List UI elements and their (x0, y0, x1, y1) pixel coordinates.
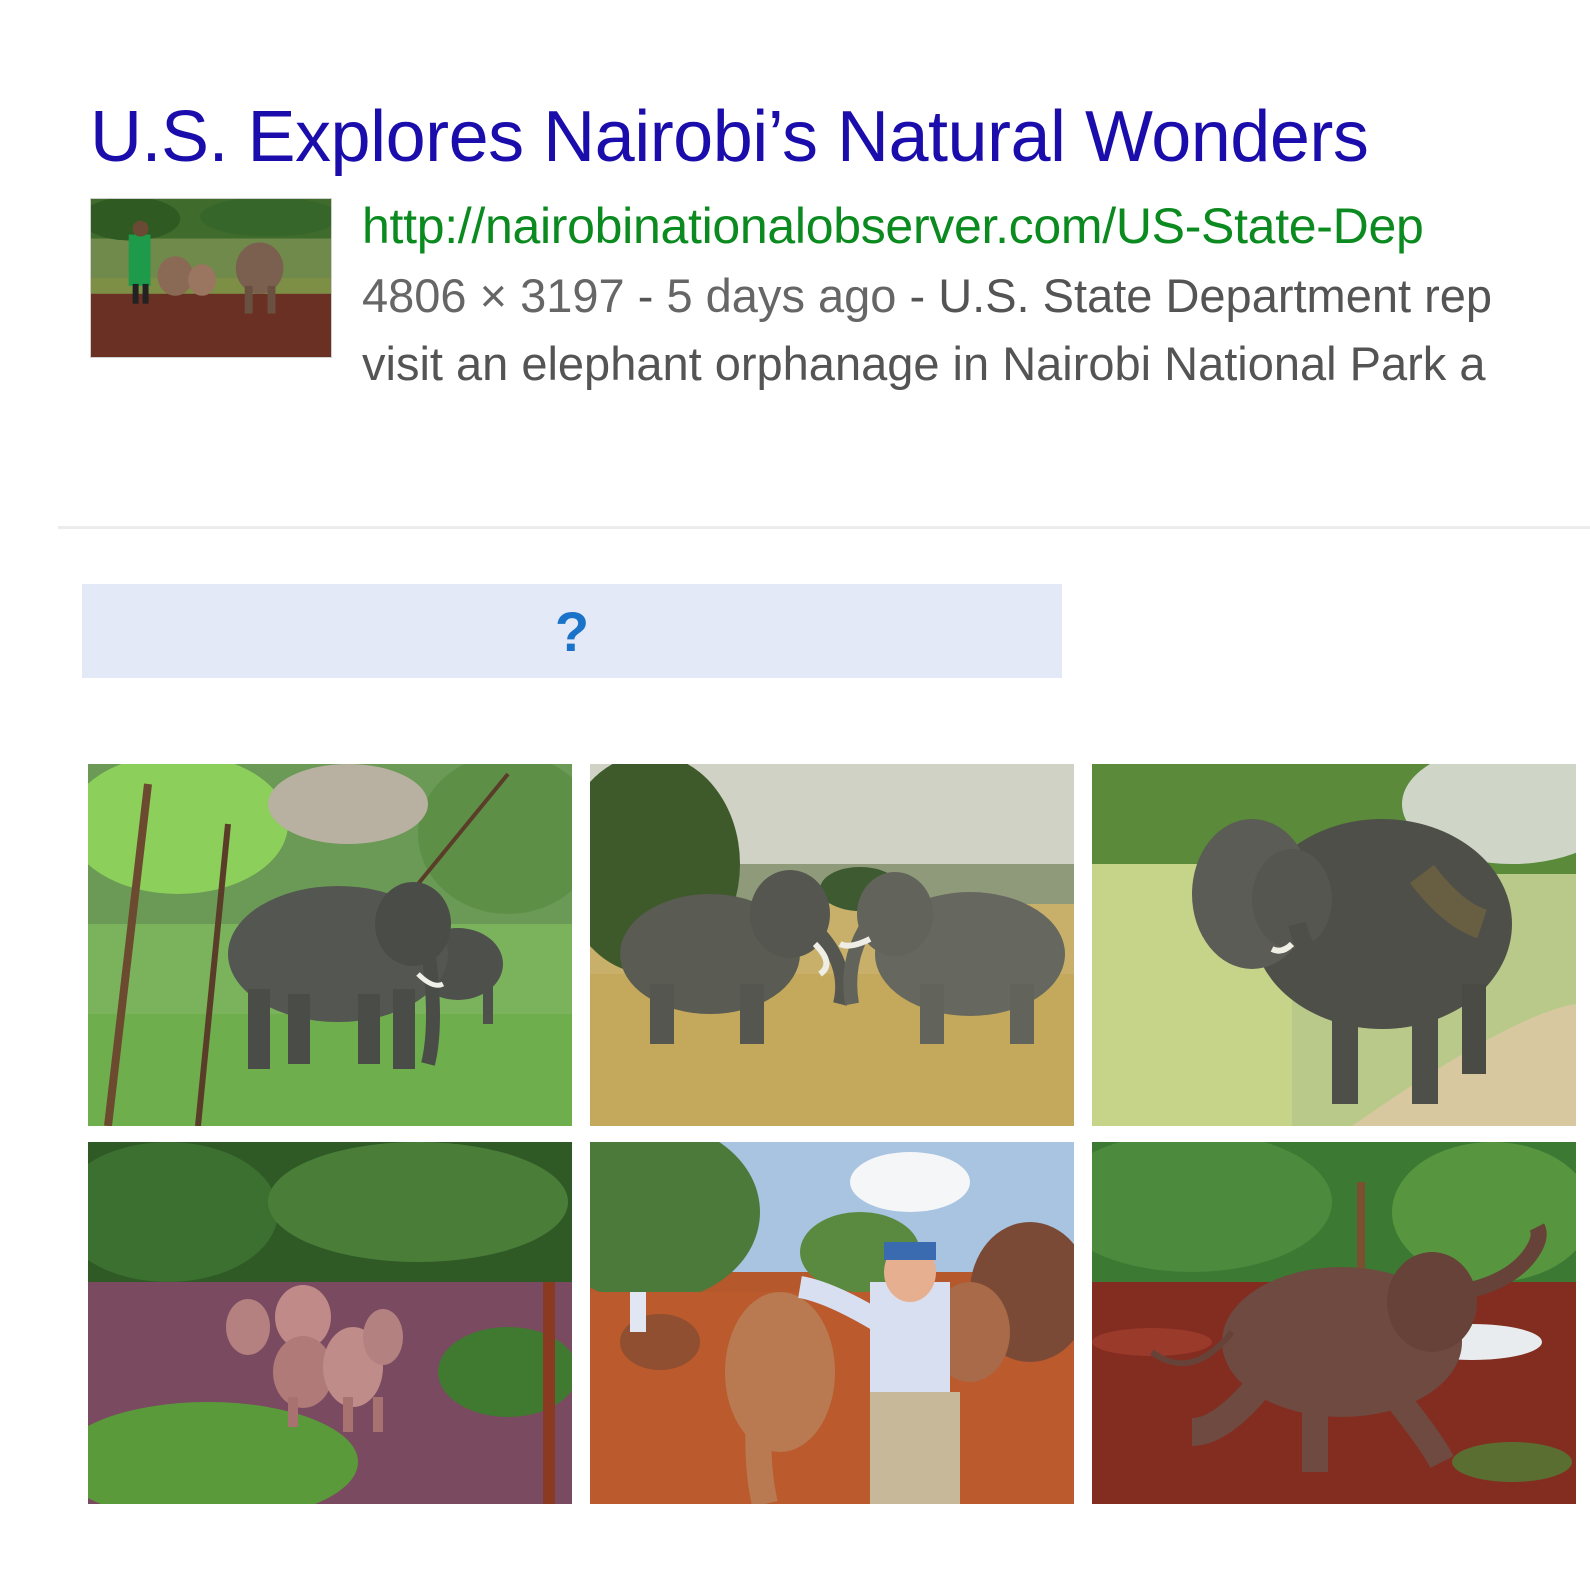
meta-separator-2: - (896, 269, 939, 322)
result-snippet: visit an elephant orphanage in Nairobi N… (362, 337, 1486, 390)
elephants-in-forest-photo-icon (88, 764, 572, 1126)
result-meta: 4806 × 3197 - 5 days ago - U.S. State De… (362, 262, 1590, 330)
man-with-baby-elephant-photo-icon (590, 1142, 1074, 1504)
result-url-link[interactable]: http://nairobinationalobserver.com/US-St… (362, 196, 1590, 256)
result-text: http://nairobinationalobserver.com/US-St… (362, 196, 1590, 398)
more-results-button[interactable]: ? (82, 584, 1062, 678)
result-title-link[interactable]: U.S. Explores Nairobi’s Natural Wonders (90, 96, 1590, 178)
image-tile-2[interactable] (590, 764, 1074, 1126)
baby-elephant-herd-photo-icon (88, 1142, 572, 1504)
image-tile-3[interactable] (1092, 764, 1576, 1126)
image-tile-1[interactable] (88, 764, 572, 1126)
image-grid (88, 764, 1590, 1504)
more-results-label: ? (554, 599, 590, 663)
meta-separator: - (624, 269, 667, 322)
baby-elephant-walking-photo-icon (1092, 1142, 1576, 1504)
image-tile-4[interactable] (88, 1142, 572, 1504)
search-result: U.S. Explores Nairobi’s Natural Wonders (90, 96, 1590, 390)
result-thumbnail[interactable] (90, 198, 332, 358)
result-body: http://nairobinationalobserver.com/US-St… (90, 196, 1590, 390)
image-dimensions: 4806 × 3197 (362, 269, 625, 322)
image-tile-5[interactable] (590, 1142, 1074, 1504)
image-tile-6[interactable] (1092, 1142, 1576, 1504)
divider (58, 526, 1590, 529)
result-age: 5 days ago (666, 269, 897, 322)
elephants-sparring-photo-icon (590, 764, 1074, 1126)
result-description: U.S. State Department rep (938, 269, 1493, 322)
elephant-grass-roadside-photo-icon (1092, 764, 1576, 1126)
elephant-keeper-photo-icon (91, 199, 331, 357)
